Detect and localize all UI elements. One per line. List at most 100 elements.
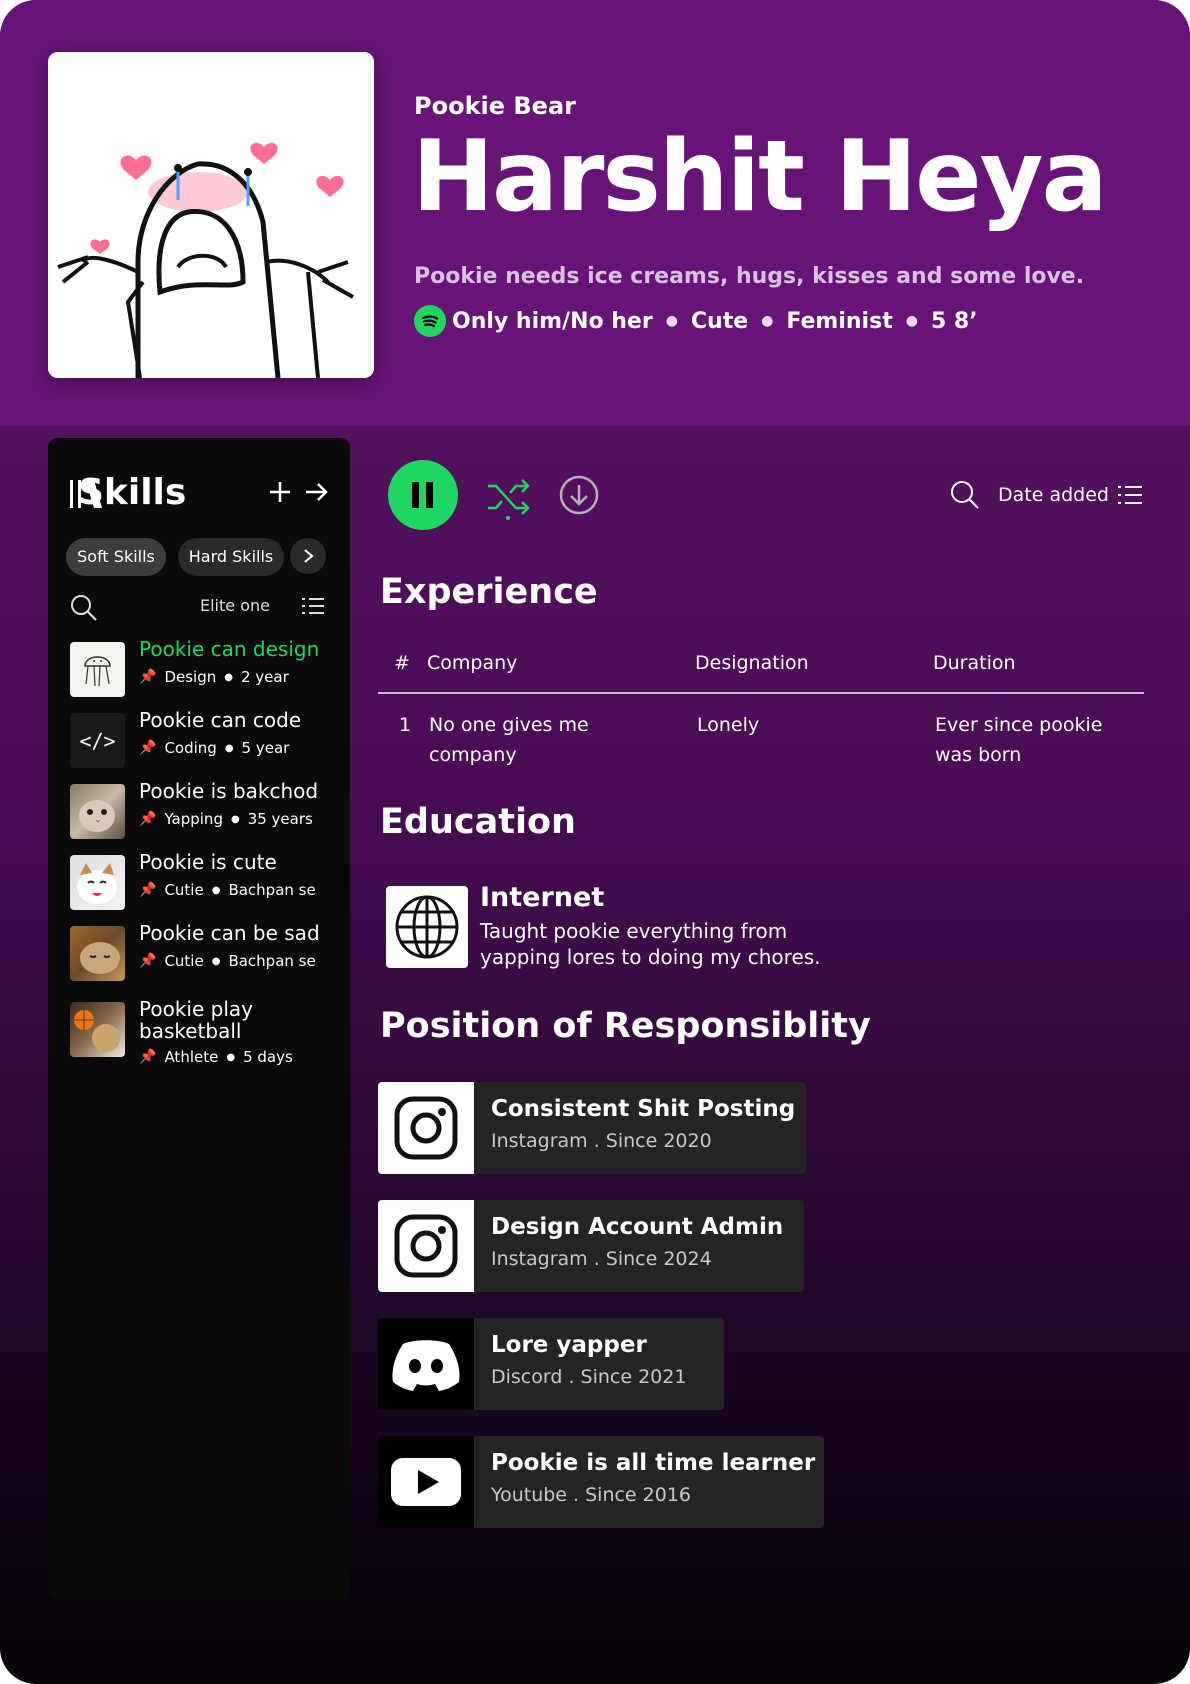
skill-meta: 📌 Design ● 2 year [139,668,289,686]
responsibility-subtitle: Discord . Since 2021 [491,1366,687,1388]
sidebar-title: Skills [78,472,187,513]
pin-icon: 📌 [139,1049,157,1065]
responsibility-heading: Position of Responsiblity [380,1006,871,1046]
chip-scroll-button[interactable] [290,538,326,574]
pause-icon [412,482,433,508]
column-header-index: # [394,652,410,674]
sidebar-sort-label[interactable]: Elite one [200,596,270,615]
list-icon[interactable] [302,596,324,616]
meta-item: Feminist [786,308,893,334]
row-company: No one gives me company [429,714,589,766]
instagram-icon [378,1200,474,1292]
skill-duration: Bachpan se [228,952,316,970]
profile-cover-art [48,52,374,378]
chip-hard-skills[interactable]: Hard Skills [178,538,284,576]
responsibility-card[interactable]: Lore yapper Discord . Since 2021 [378,1318,724,1410]
profile-subtitle: Pookie Bear [414,92,576,120]
chip-soft-skills[interactable]: Soft Skills [66,538,166,576]
plus-icon[interactable] [268,480,292,504]
youtube-icon [378,1436,474,1528]
separator-dot: ● [665,313,678,329]
skill-item[interactable]: </> Pookie can code 📌 Coding ● 5 year [70,709,330,769]
skill-item[interactable]: Pookie play basketball 📌 Athlete ● 5 days [70,998,330,1082]
pin-icon: 📌 [139,953,157,969]
profile-name: Harshit Heya [412,120,1108,234]
profile-tagline: Pookie needs ice creams, hugs, kisses an… [414,264,1085,289]
skill-category: Coding [164,739,217,757]
search-icon[interactable] [950,480,980,510]
skill-name: Pookie is bakchod [139,779,319,803]
pin-icon: 📌 [139,740,157,756]
responsibility-title: Lore yapper [491,1332,647,1358]
skill-meta: 📌 Coding ● 5 year [139,739,290,757]
skill-duration: 5 days [243,1048,293,1066]
separator-dot: ● [905,313,918,329]
skill-name: Pookie can design [139,637,320,661]
responsibility-card[interactable]: Consistent Shit Posting Instagram . Sinc… [378,1082,806,1174]
skill-meta: 📌 Cutie ● Bachpan se [139,952,316,970]
pause-button[interactable] [388,460,458,530]
pin-icon: 📌 [139,669,157,685]
meta-item: Only him/No her [452,308,653,334]
responsibility-title: Consistent Shit Posting [491,1096,796,1122]
cat-photo-thumbnail [70,784,125,839]
download-icon[interactable] [558,474,600,516]
responsibility-card[interactable]: Pookie is all time learner Youtube . Sin… [378,1436,824,1528]
meta-item: 5 8’ [930,308,978,334]
skill-meta: 📌 Yapping ● 35 years [139,810,313,828]
responsibility-card[interactable]: Design Account Admin Instagram . Since 2… [378,1200,804,1292]
skill-item[interactable]: Pookie is cute 📌 Cutie ● Bachpan se [70,851,330,911]
education-description: Taught pookie everything from yapping lo… [480,919,821,969]
profile-meta: Only him/No her ● Cute ● Feminist ● 5 8’ [414,305,978,337]
skill-category: Yapping [164,810,223,828]
table-divider [378,692,1144,694]
spotify-icon [414,305,446,337]
row-duration: Ever since pookie was born [935,714,1103,766]
row-index: 1 [399,714,412,736]
meta-item: Cute [690,308,749,334]
education-title: Internet [480,882,605,913]
sort-date-added[interactable]: Date added [998,484,1109,506]
skill-item[interactable]: Pookie is bakchod 📌 Yapping ● 35 years [70,780,330,840]
chevron-right-icon [304,549,314,563]
pin-icon: 📌 [139,811,157,827]
skill-item[interactable]: Pookie can design 📌 Design ● 2 year [70,638,330,698]
skill-meta: 📌 Cutie ● Bachpan se [139,881,316,899]
skill-category: Cutie [164,952,204,970]
row-designation: Lonely [697,714,760,736]
cat-basketball-photo-thumbnail [70,1002,125,1057]
column-header-company: Company [427,652,518,674]
skill-category: Design [164,668,217,686]
discord-icon [378,1318,474,1410]
skill-name: Pookie can code [139,708,302,732]
cat-photo-thumbnail [70,926,125,981]
jellyfish-sketch-thumbnail [70,642,125,697]
separator-dot: ● [761,313,774,329]
pin-icon: 📌 [139,882,157,898]
responsibility-title: Design Account Admin [491,1214,784,1240]
shuffle-icon[interactable] [486,474,532,520]
code-icon: </> [70,713,125,768]
responsibility-subtitle: Youtube . Since 2016 [491,1484,692,1506]
skill-category: Cutie [164,881,204,899]
search-icon[interactable] [70,594,98,622]
skill-duration: 35 years [247,810,313,828]
skill-meta: 📌 Athlete ● 5 days [139,1048,293,1066]
skill-duration: Bachpan se [228,881,316,899]
instagram-icon [378,1082,474,1174]
globe-icon [386,886,468,968]
skill-name: Pookie is cute [139,850,277,874]
list-icon[interactable] [1118,484,1142,506]
profile-page: Pookie Bear Harshit Heya Pookie needs ic… [0,0,1190,1684]
responsibility-subtitle: Instagram . Since 2024 [491,1248,712,1270]
arrow-right-icon[interactable] [304,480,330,504]
column-header-duration: Duration [933,652,1016,674]
skill-item[interactable]: Pookie can be sad 📌 Cutie ● Bachpan se [70,922,330,982]
column-header-designation: Designation [695,652,809,674]
education-heading: Education [380,802,576,842]
skill-name: Pookie play basketball [139,997,253,1043]
skill-category: Athlete [164,1048,219,1066]
skill-duration: 2 year [240,668,289,686]
cat-photo-thumbnail [70,855,125,910]
experience-heading: Experience [380,572,598,612]
